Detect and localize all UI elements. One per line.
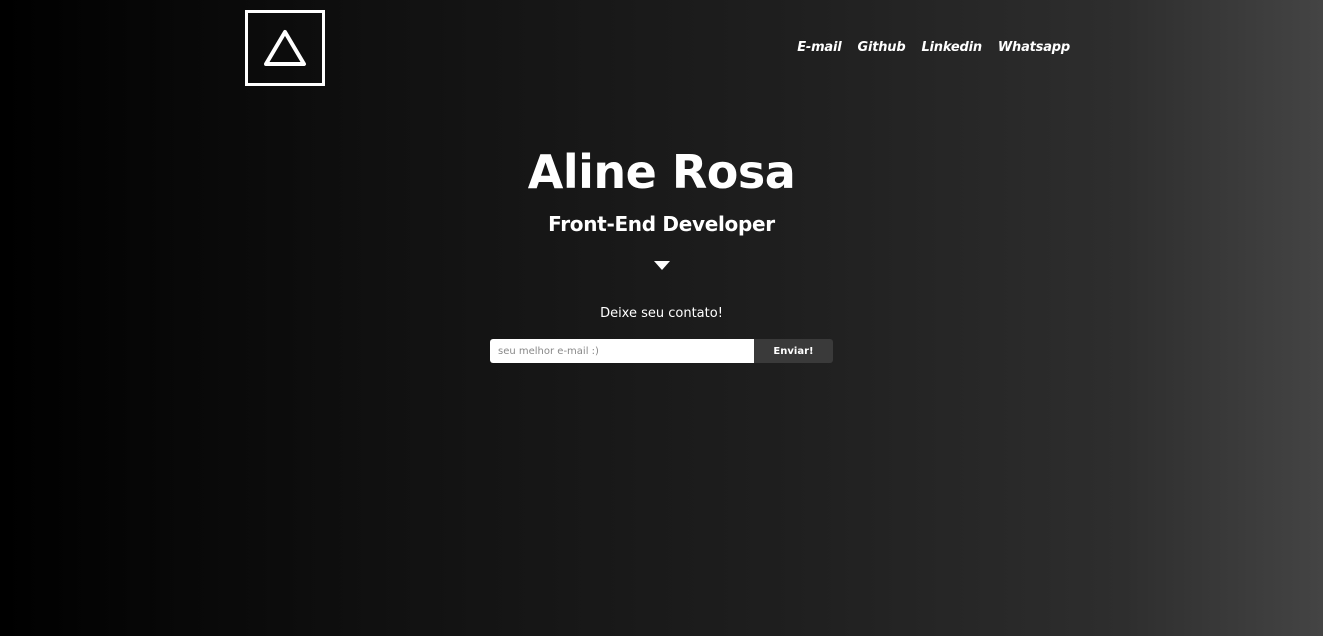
nav-link-whatsapp[interactable]: Whatsapp [998, 40, 1070, 55]
logo[interactable] [245, 10, 325, 86]
email-input[interactable] [490, 339, 754, 363]
nav-link-github[interactable]: Github [858, 40, 906, 55]
hero-name: Aline Rosa [527, 145, 796, 199]
nav-link-email[interactable]: E-mail [797, 40, 842, 55]
contact-form: Enviar! [490, 339, 833, 363]
nav-link-linkedin[interactable]: Linkedin [921, 40, 982, 55]
submit-button[interactable]: Enviar! [754, 339, 833, 363]
caret-down-icon[interactable] [654, 261, 670, 270]
main-nav: E-mail Github Linkedin Whatsapp [797, 40, 1070, 55]
contact-label: Deixe seu contato! [600, 306, 723, 321]
triangle-outline-icon [264, 30, 306, 66]
page: { "header": { "logo_icon": "triangle-out… [0, 0, 1323, 636]
hero-role: Front-End Developer [548, 212, 775, 236]
